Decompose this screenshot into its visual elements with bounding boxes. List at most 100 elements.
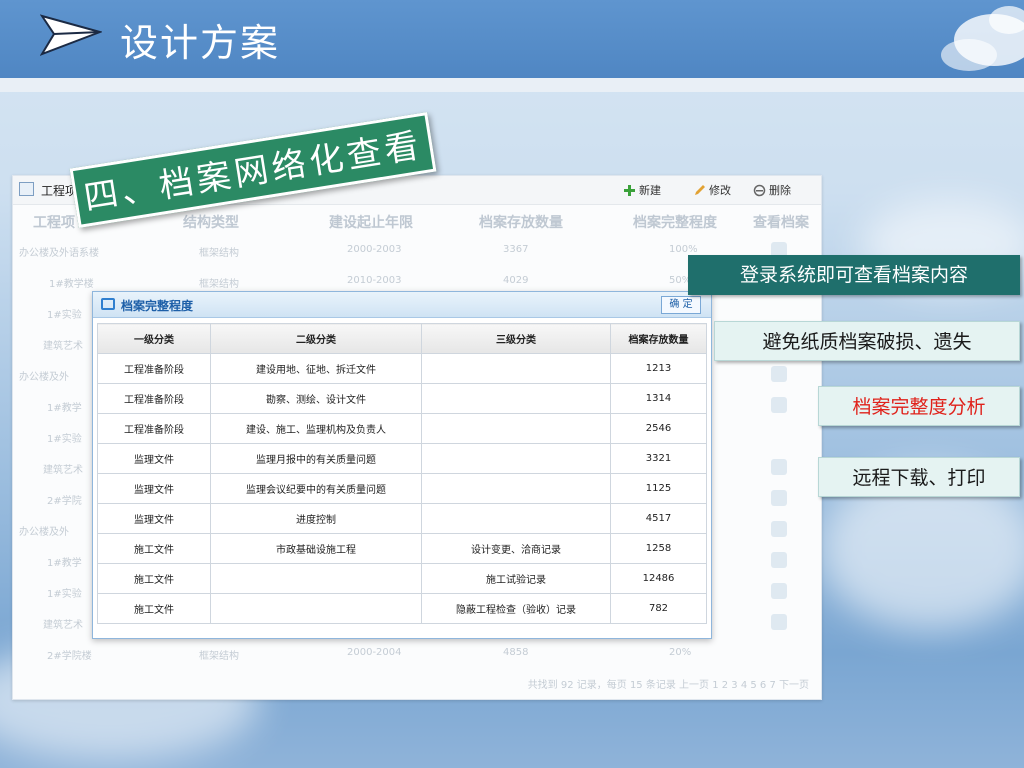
cell: 建筑艺术	[43, 465, 83, 476]
cell	[421, 383, 611, 414]
cell: 监理会议纪要中的有关质量问题	[210, 473, 422, 504]
cell: 进度控制	[210, 503, 422, 534]
cell: 设计变更、洽商记录	[421, 533, 611, 564]
cell: 工程准备阶段	[97, 383, 211, 414]
cell: 4029	[503, 275, 529, 286]
view-archive-icon[interactable]	[771, 583, 787, 599]
cell: 782	[610, 593, 707, 624]
cell: 勘察、测绘、设计文件	[210, 383, 422, 414]
cell	[210, 593, 422, 624]
column-header: 结构类型	[183, 215, 239, 231]
cloud-decoration	[941, 6, 1024, 71]
paper-plane-icon	[40, 14, 102, 56]
cell: 施工文件	[97, 533, 211, 564]
pagination[interactable]: 共找到 92 记录，每页 15 条记录 上一页 1 2 3 4 5 6 7 下一…	[528, 676, 809, 691]
table-row: 工程准备阶段 勘察、测绘、设计文件 1314	[97, 383, 707, 414]
cell: 1#教学楼	[49, 279, 94, 290]
cell: 监理月报中的有关质量问题	[210, 443, 422, 474]
view-archive-icon[interactable]	[771, 366, 787, 382]
window-icon	[101, 298, 115, 310]
view-archive-icon[interactable]	[771, 459, 787, 475]
cell: 施工试验记录	[421, 563, 611, 594]
column-header: 三级分类	[421, 323, 611, 354]
cell: 监理文件	[97, 473, 211, 504]
cell: 1#实验	[47, 434, 82, 445]
cell: 工程准备阶段	[97, 353, 211, 384]
header-bar: 设计方案	[0, 0, 1024, 78]
cell: 3367	[503, 244, 529, 255]
cell: 12486	[610, 563, 707, 594]
cell: 框架结构	[199, 651, 239, 662]
column-header: 建设起止年限	[329, 215, 413, 231]
cell: 建设、施工、监理机构及负责人	[210, 413, 422, 444]
cell: 1125	[610, 473, 707, 504]
completeness-table: 一级分类 二级分类 三级分类 档案存放数量 工程准备阶段 建设用地、征地、拆迁文件…	[97, 323, 707, 624]
cell: 监理文件	[97, 503, 211, 534]
cell: 1213	[610, 353, 707, 384]
pencil-icon	[695, 184, 705, 195]
header-divider	[0, 78, 1024, 92]
cell: 建设用地、征地、拆迁文件	[210, 353, 422, 384]
cell: 办公楼及外	[19, 372, 69, 383]
table-row: 施工文件 施工试验记录 12486	[97, 563, 707, 594]
dialog-title: 档案完整程度	[121, 299, 194, 313]
cell: 施工文件	[97, 593, 211, 624]
view-archive-icon[interactable]	[771, 490, 787, 506]
edit-button[interactable]: 修改	[693, 182, 731, 198]
cell: 1258	[610, 533, 707, 564]
column-header: 档案存放数量	[610, 323, 707, 354]
cell: 1314	[610, 383, 707, 414]
view-archive-icon[interactable]	[771, 552, 787, 568]
cell: 4517	[610, 503, 707, 534]
cell: 2000-2004	[347, 647, 402, 658]
cell: 施工文件	[97, 563, 211, 594]
page-title: 设计方案	[120, 21, 281, 65]
view-archive-icon[interactable]	[771, 397, 787, 413]
callout-download: 远程下载、打印	[818, 457, 1020, 497]
table-header-row: 一级分类 二级分类 三级分类 档案存放数量	[97, 323, 707, 354]
cell: 3321	[610, 443, 707, 474]
table-row: 施工文件 隐蔽工程检查（验收）记录 782	[97, 593, 707, 624]
column-header: 工程项	[33, 215, 75, 231]
callout-avoid-loss: 避免纸质档案破损、遗失	[714, 321, 1020, 361]
cell: 监理文件	[97, 443, 211, 474]
view-archive-icon[interactable]	[771, 614, 787, 630]
cell: 隐蔽工程检查（验收）记录	[421, 593, 611, 624]
table-row: 监理文件 进度控制 4517	[97, 503, 707, 534]
callout-completeness: 档案完整度分析	[818, 386, 1020, 426]
cell: 2#学院	[47, 496, 82, 507]
cell: 1#教学	[47, 403, 82, 414]
column-header: 查看档案	[753, 215, 809, 231]
table-row: 工程准备阶段 建设用地、征地、拆迁文件 1213	[97, 353, 707, 384]
table-icon	[19, 182, 34, 196]
view-archive-icon[interactable]	[771, 521, 787, 537]
table-row[interactable]: 2#学院楼 框架结构 2000-2004 4858 20%	[13, 639, 821, 670]
table-row: 工程准备阶段 建设、施工、监理机构及负责人 2546	[97, 413, 707, 444]
cell: 建筑艺术	[43, 620, 83, 631]
new-button[interactable]: 新建	[623, 182, 661, 198]
confirm-button[interactable]: 确 定	[661, 296, 701, 314]
cell	[421, 413, 611, 444]
column-header: 档案存放数量	[479, 215, 563, 231]
column-header: 档案完整程度	[633, 215, 717, 231]
cell: 1#教学	[47, 558, 82, 569]
cell: 框架结构	[199, 279, 239, 290]
new-button-label: 新建	[639, 184, 661, 197]
archive-completeness-dialog: 档案完整程度 确 定 一级分类 二级分类 三级分类 档案存放数量 工程准备阶段建…	[92, 291, 712, 639]
column-header: 一级分类	[97, 323, 211, 354]
cell	[421, 503, 611, 534]
cell: 框架结构	[199, 248, 239, 259]
delete-button[interactable]: 删除	[753, 182, 791, 198]
table-row: 施工文件 市政基础设施工程 设计变更、洽商记录 1258	[97, 533, 707, 564]
cell	[421, 473, 611, 504]
column-header: 二级分类	[210, 323, 422, 354]
table-row: 监理文件 监理会议纪要中的有关质量问题 1125	[97, 473, 707, 504]
delete-icon	[753, 184, 766, 196]
cell: 1#实验	[47, 310, 82, 321]
edit-button-label: 修改	[709, 184, 731, 197]
cell: 2000-2003	[347, 244, 402, 255]
cell: 20%	[669, 647, 692, 658]
cell: 工程准备阶段	[97, 413, 211, 444]
cell: 2010-2003	[347, 275, 402, 286]
cell: 4858	[503, 647, 529, 658]
